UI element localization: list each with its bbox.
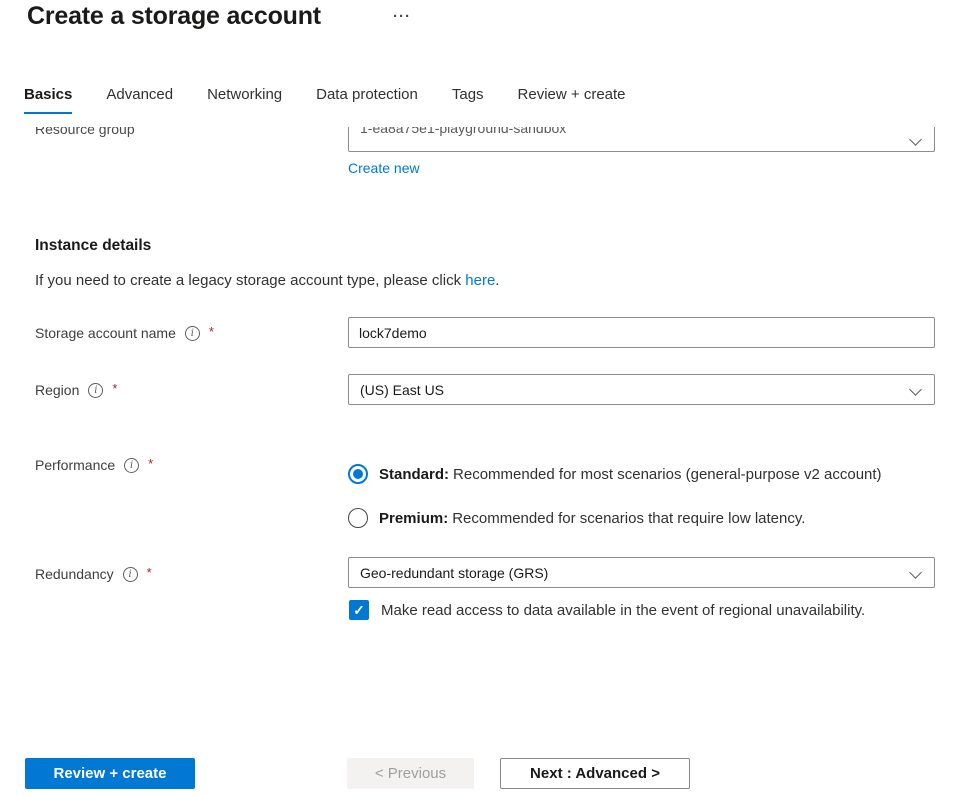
required-asterisk: * — [147, 564, 152, 581]
create-new-link[interactable]: Create new — [348, 160, 420, 176]
legacy-account-note: If you need to create a legacy storage a… — [35, 272, 499, 289]
performance-standard-radio[interactable]: Standard:Recommended for most scenarios … — [348, 464, 882, 484]
create-storage-account-page: Create a storage account ··· Basics Adva… — [0, 0, 964, 796]
required-asterisk: * — [148, 455, 153, 472]
chevron-down-icon — [909, 383, 922, 396]
option-name: Standard: — [379, 466, 449, 483]
option-description: Recommended for scenarios that require l… — [452, 510, 805, 527]
tab-networking[interactable]: Networking — [207, 86, 282, 112]
radio-selected-icon[interactable] — [348, 464, 368, 484]
legacy-note-text: If you need to create a legacy storage a… — [35, 272, 465, 289]
storage-account-name-label-row: Storage account name i * — [35, 325, 214, 342]
tab-data-protection[interactable]: Data protection — [316, 86, 418, 112]
redundancy-label: Redundancy — [35, 566, 114, 583]
resource-group-value: 1-ea8a75e1-playground-sandbox — [360, 127, 566, 137]
performance-premium-radio[interactable]: Premium:Recommended for scenarios that r… — [348, 508, 805, 528]
info-icon[interactable]: i — [123, 567, 138, 582]
option-description: Recommended for most scenarios (general-… — [453, 466, 882, 483]
next-advanced-button[interactable]: Next : Advanced > — [500, 758, 690, 789]
required-asterisk: * — [112, 380, 117, 397]
page-title: Create a storage account — [27, 2, 321, 31]
radio-unselected-icon[interactable] — [348, 508, 368, 528]
redundancy-label-row: Redundancy i * — [35, 566, 152, 583]
performance-standard-text: Standard:Recommended for most scenarios … — [379, 466, 882, 483]
checkbox-checked-icon[interactable]: ✓ — [349, 600, 369, 620]
resource-group-label: Resource group — [35, 127, 135, 138]
review-create-button[interactable]: Review + create — [25, 758, 195, 789]
form-scroll-area[interactable]: Resource group 1-ea8a75e1-playground-san… — [0, 127, 964, 740]
instance-details-heading: Instance details — [35, 237, 151, 255]
region-label-row: Region i * — [35, 382, 117, 399]
resource-group-dropdown[interactable]: 1-ea8a75e1-playground-sandbox — [348, 127, 935, 152]
storage-account-name-input[interactable] — [348, 317, 935, 348]
region-label: Region — [35, 382, 79, 399]
legacy-note-period: . — [495, 272, 499, 289]
form-content: Resource group 1-ea8a75e1-playground-san… — [0, 127, 964, 740]
required-asterisk: * — [209, 323, 214, 340]
previous-button[interactable]: < Previous — [347, 758, 474, 789]
chevron-down-icon — [909, 566, 922, 579]
performance-label-row: Performance i * — [35, 457, 153, 474]
option-name: Premium: — [379, 510, 448, 527]
check-icon: ✓ — [353, 602, 365, 619]
region-value: (US) East US — [360, 382, 444, 399]
read-access-checkbox-row[interactable]: ✓ Make read access to data available in … — [349, 600, 865, 620]
more-options-ellipsis-icon[interactable]: ··· — [393, 8, 411, 25]
chevron-down-icon — [909, 133, 922, 146]
tab-advanced[interactable]: Advanced — [106, 86, 173, 112]
legacy-here-link[interactable]: here — [465, 272, 495, 289]
read-access-checkbox-label: Make read access to data available in th… — [381, 602, 865, 619]
tab-basics[interactable]: Basics — [24, 86, 72, 114]
performance-premium-text: Premium:Recommended for scenarios that r… — [379, 510, 805, 527]
wizard-tabs: Basics Advanced Networking Data protecti… — [24, 86, 660, 114]
redundancy-dropdown[interactable]: Geo-redundant storage (GRS) — [348, 557, 935, 588]
tab-tags[interactable]: Tags — [452, 86, 484, 112]
storage-account-name-label: Storage account name — [35, 325, 176, 342]
info-icon[interactable]: i — [124, 458, 139, 473]
region-dropdown[interactable]: (US) East US — [348, 374, 935, 405]
tab-review-create[interactable]: Review + create — [518, 86, 626, 112]
performance-label: Performance — [35, 457, 115, 474]
redundancy-value: Geo-redundant storage (GRS) — [360, 565, 548, 582]
info-icon[interactable]: i — [88, 383, 103, 398]
info-icon[interactable]: i — [185, 326, 200, 341]
